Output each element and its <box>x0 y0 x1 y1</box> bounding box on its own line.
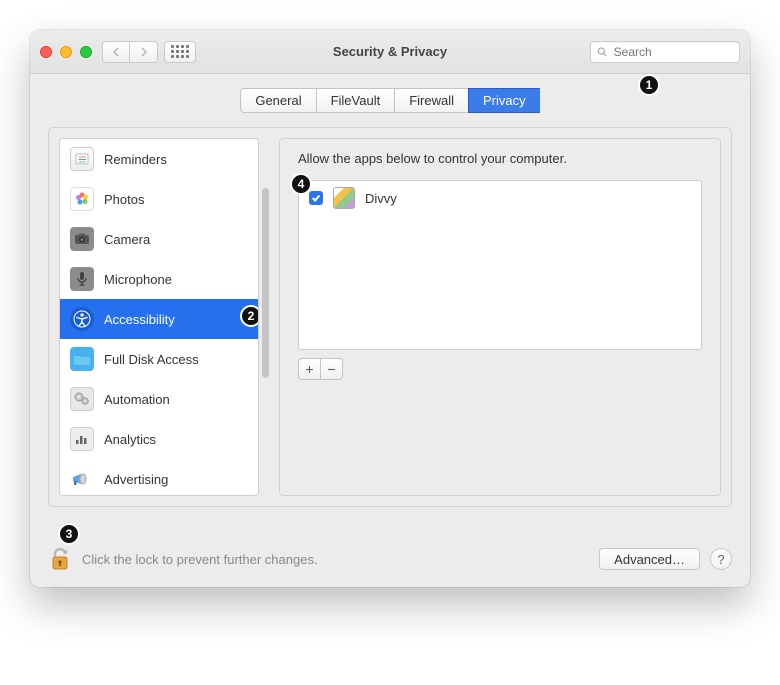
titlebar: Security & Privacy <box>30 30 750 74</box>
advanced-button[interactable]: Advanced… <box>599 548 700 570</box>
detail-pane: Allow the apps below to control your com… <box>279 138 721 496</box>
detail-header: Allow the apps below to control your com… <box>298 151 702 166</box>
sidebar-scrollbar-track <box>261 138 269 496</box>
sidebar-item-label: Reminders <box>104 152 167 167</box>
sidebar-item-full-disk[interactable]: Full Disk Access <box>60 339 258 379</box>
app-list: Divvy <box>298 180 702 350</box>
show-all-button[interactable] <box>164 41 196 63</box>
search-field[interactable] <box>590 41 740 63</box>
sidebar-item-microphone[interactable]: Microphone <box>60 259 258 299</box>
megaphone-icon <box>70 467 94 491</box>
app-name: Divvy <box>365 191 397 206</box>
remove-app-button[interactable]: − <box>321 359 342 379</box>
grid-icon <box>171 45 189 58</box>
annotation-badge-2: 2 <box>240 305 259 327</box>
close-button[interactable] <box>40 46 52 58</box>
help-button[interactable]: ? <box>710 548 732 570</box>
sidebar-item-label: Microphone <box>104 272 172 287</box>
lock-text: Click the lock to prevent further change… <box>82 552 589 567</box>
privacy-panel: Reminders Photos Camera <box>48 127 732 507</box>
app-icon <box>333 187 355 209</box>
search-icon <box>597 46 608 58</box>
sidebar-item-label: Camera <box>104 232 150 247</box>
camera-icon <box>70 227 94 251</box>
content-area: General FileVault Firewall Privacy 1 Rem… <box>30 74 750 525</box>
chart-icon <box>70 427 94 451</box>
tab-filevault[interactable]: FileVault <box>316 88 395 113</box>
search-input[interactable] <box>612 44 733 60</box>
window-title: Security & Privacy <box>333 44 447 59</box>
sidebar-item-camera[interactable]: Camera <box>60 219 258 259</box>
minimize-button[interactable] <box>60 46 72 58</box>
sidebar-item-photos[interactable]: Photos <box>60 179 258 219</box>
add-remove-control: + − <box>298 358 343 380</box>
sidebar-item-label: Photos <box>104 192 144 207</box>
app-row[interactable]: Divvy <box>299 181 701 215</box>
sidebar-item-accessibility[interactable]: Accessibility 2 <box>60 299 258 339</box>
tab-privacy[interactable]: Privacy <box>468 88 540 113</box>
sidebar-item-label: Full Disk Access <box>104 352 199 367</box>
sidebar-scrollbar[interactable] <box>262 188 269 378</box>
lock-button[interactable] <box>48 547 72 571</box>
traffic-lights <box>40 46 92 58</box>
nav-buttons <box>102 41 158 63</box>
tab-firewall[interactable]: Firewall <box>394 88 468 113</box>
gear-icon <box>70 387 94 411</box>
sidebar-wrap: Reminders Photos Camera <box>59 138 269 496</box>
sidebar-item-label: Automation <box>104 392 170 407</box>
reminders-icon <box>70 147 94 171</box>
tab-bar: General FileVault Firewall Privacy 1 <box>48 88 732 113</box>
sidebar-item-label: Accessibility <box>104 312 175 327</box>
sidebar-item-advertising[interactable]: Advertising <box>60 459 258 496</box>
photos-icon <box>70 187 94 211</box>
sidebar-item-label: Advertising <box>104 472 168 487</box>
annotation-badge-4: 4 <box>290 173 312 195</box>
sidebar-item-reminders[interactable]: Reminders <box>60 139 258 179</box>
accessibility-icon <box>70 307 94 331</box>
lock-icon <box>50 547 70 571</box>
back-button[interactable] <box>102 41 130 63</box>
category-sidebar[interactable]: Reminders Photos Camera <box>59 138 259 496</box>
footer: 3 Click the lock to prevent further chan… <box>30 525 750 587</box>
sidebar-item-automation[interactable]: Automation <box>60 379 258 419</box>
microphone-icon <box>70 267 94 291</box>
tab-general[interactable]: General <box>240 88 315 113</box>
prefs-window: Security & Privacy General FileVault Fir… <box>30 30 750 587</box>
app-checkbox[interactable] <box>309 191 323 205</box>
sidebar-item-label: Analytics <box>104 432 156 447</box>
zoom-button[interactable] <box>80 46 92 58</box>
forward-button[interactable] <box>130 41 158 63</box>
annotation-badge-3: 3 <box>58 523 80 545</box>
add-app-button[interactable]: + <box>299 359 321 379</box>
sidebar-item-analytics[interactable]: Analytics <box>60 419 258 459</box>
folder-icon <box>70 347 94 371</box>
annotation-badge-1: 1 <box>638 74 660 96</box>
